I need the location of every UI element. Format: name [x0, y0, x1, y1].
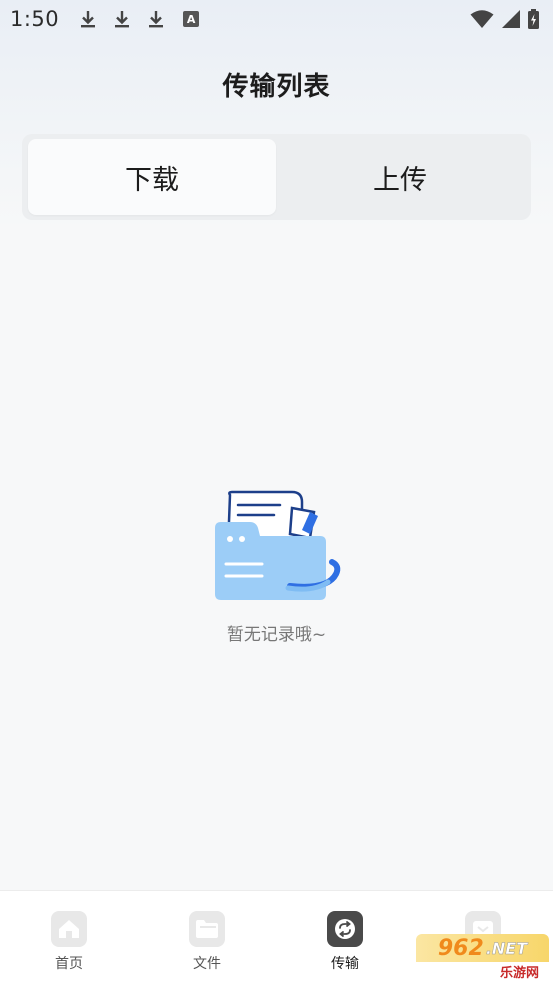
tab-home[interactable]: 首页 — [29, 911, 109, 973]
tab-upload[interactable]: 上传 — [276, 139, 524, 215]
a-notification-icon: A — [183, 11, 200, 27]
tab-transfer-label: 传输 — [331, 956, 359, 972]
cellular-signal-icon — [502, 10, 520, 28]
wifi-icon — [470, 10, 494, 28]
empty-state-message: 暂无记录哦~ — [226, 625, 327, 645]
watermark-logo: 962 .NET — [416, 934, 549, 962]
home-icon — [51, 911, 87, 947]
status-bar: 1:50 A — [0, 0, 553, 38]
system-status-icons — [470, 9, 539, 29]
tab-files[interactable]: 文件 — [167, 911, 247, 973]
watermark-brand: 962 — [437, 935, 484, 961]
status-time: 1:50 — [10, 7, 60, 31]
empty-folder-illustration — [215, 490, 341, 600]
tab-download[interactable]: 下载 — [28, 139, 276, 215]
transfer-type-switch: 下载 上传 — [22, 134, 531, 220]
download-notification-icon — [81, 11, 96, 28]
transfer-icon — [327, 911, 363, 947]
download-notification-icon — [115, 11, 130, 28]
page-title: 传输列表 — [222, 72, 331, 102]
tab-home-label: 首页 — [55, 956, 83, 972]
folder-icon — [189, 911, 225, 947]
tab-files-label: 文件 — [193, 956, 221, 972]
battery-icon — [528, 9, 539, 29]
watermark-site-name: 乐游网 — [416, 962, 549, 980]
tab-transfer[interactable]: 传输 — [305, 911, 385, 973]
download-notification-icon — [149, 11, 164, 28]
notification-icons: A — [77, 8, 200, 30]
watermark-domain: .NET — [485, 938, 528, 958]
site-watermark: 962 .NET 乐游网 — [416, 934, 549, 980]
